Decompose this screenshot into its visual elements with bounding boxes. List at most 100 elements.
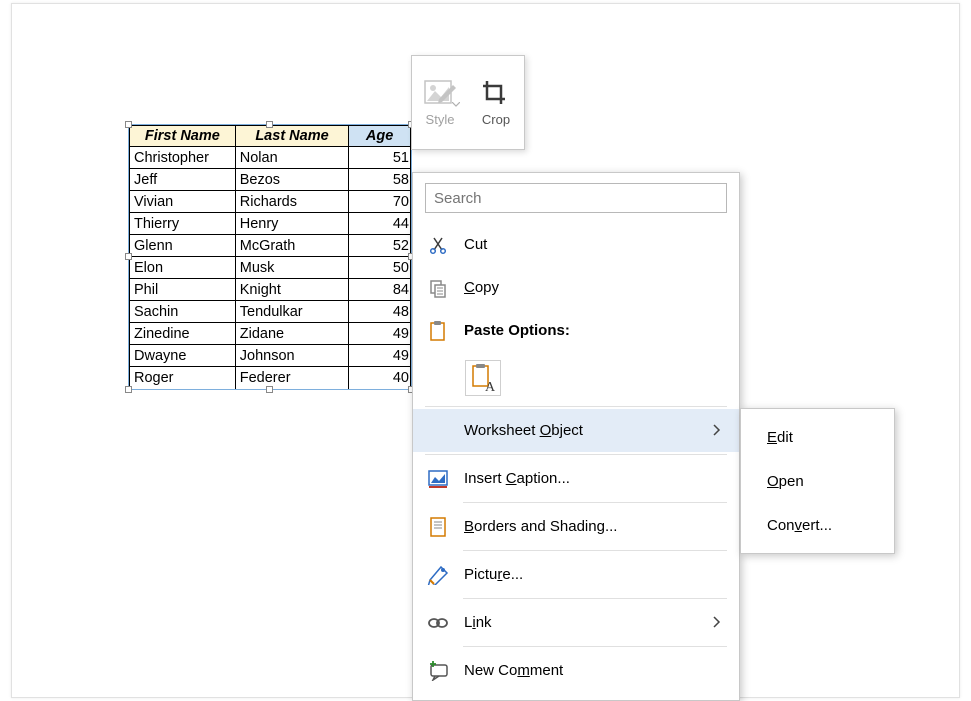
svg-text:A: A — [485, 380, 496, 392]
resize-handle-nw[interactable] — [125, 121, 132, 128]
mini-toolbar: Style Crop — [411, 55, 525, 150]
cell-age: 84 — [349, 279, 411, 301]
paste-icon — [427, 320, 449, 342]
link-icon — [427, 615, 449, 631]
table-row: PhilKnight84 — [130, 279, 411, 301]
resize-handle-n[interactable] — [266, 121, 273, 128]
paste-options-row: A — [413, 352, 739, 404]
submenu-edit-label: Edit — [767, 429, 793, 446]
submenu-convert-label: Convert... — [767, 517, 832, 534]
embedded-worksheet[interactable]: First Name Last Name Age ChristopherNola… — [128, 124, 412, 390]
table-row: VivianRichards70 — [130, 191, 411, 213]
cell-first-name: Jeff — [130, 169, 236, 191]
submenu-open[interactable]: Open — [741, 459, 894, 503]
cell-age: 50 — [349, 257, 411, 279]
search-box — [425, 183, 727, 213]
cell-age: 44 — [349, 213, 411, 235]
cell-last-name: Knight — [235, 279, 349, 301]
menu-cut-label: Cut — [464, 236, 487, 253]
chevron-right-icon — [713, 423, 721, 439]
header-age: Age — [349, 126, 411, 147]
cell-age: 51 — [349, 147, 411, 169]
crop-button[interactable]: Crop — [468, 56, 524, 149]
resize-handle-sw[interactable] — [125, 386, 132, 393]
table-row: ChristopherNolan51 — [130, 147, 411, 169]
cut-icon — [427, 235, 449, 255]
menu-borders-shading[interactable]: Borders and Shading... — [413, 505, 739, 548]
table-header-row: First Name Last Name Age — [130, 126, 411, 147]
table-row: GlennMcGrath52 — [130, 235, 411, 257]
borders-shading-label: Borders and Shading... — [464, 518, 617, 535]
cell-last-name: Musk — [235, 257, 349, 279]
cell-last-name: McGrath — [235, 235, 349, 257]
crop-label: Crop — [482, 112, 510, 127]
new-comment-label: New Comment — [464, 662, 563, 679]
cell-last-name: Tendulkar — [235, 301, 349, 323]
resize-handle-s[interactable] — [266, 386, 273, 393]
cell-age: 49 — [349, 323, 411, 345]
menu-new-comment[interactable]: New Comment — [413, 649, 739, 692]
separator — [463, 598, 727, 599]
table-row: ElonMusk50 — [130, 257, 411, 279]
cell-first-name: Dwayne — [130, 345, 236, 367]
cell-first-name: Thierry — [130, 213, 236, 235]
chevron-down-icon — [452, 102, 460, 107]
table-row: ZinedineZidane49 — [130, 323, 411, 345]
comment-icon — [427, 661, 449, 681]
table-row: SachinTendulkar48 — [130, 301, 411, 323]
cell-last-name: Johnson — [235, 345, 349, 367]
table-row: ThierryHenry44 — [130, 213, 411, 235]
cell-last-name: Zidane — [235, 323, 349, 345]
cell-first-name: Elon — [130, 257, 236, 279]
cell-last-name: Bezos — [235, 169, 349, 191]
search-input[interactable] — [425, 183, 727, 213]
cell-age: 40 — [349, 367, 411, 389]
table-row: DwayneJohnson49 — [130, 345, 411, 367]
submenu-convert[interactable]: Convert... — [741, 503, 894, 547]
style-label: Style — [426, 112, 455, 127]
picture-icon — [427, 565, 449, 585]
separator — [463, 646, 727, 647]
menu-link[interactable]: Link — [413, 601, 739, 644]
crop-icon — [481, 79, 511, 107]
cell-first-name: Phil — [130, 279, 236, 301]
separator — [463, 502, 727, 503]
copy-icon — [427, 278, 449, 298]
context-menu: Cut Copy Paste Options: A Worksheet Obje… — [412, 172, 740, 701]
menu-copy-label: Copy — [464, 279, 499, 296]
borders-icon — [427, 516, 449, 538]
header-first-name: First Name — [130, 126, 236, 147]
style-button[interactable]: Style — [412, 56, 468, 149]
data-table: First Name Last Name Age ChristopherNola… — [129, 125, 411, 389]
separator — [463, 550, 727, 551]
insert-caption-label: Insert Caption... — [464, 470, 570, 487]
cell-first-name: Zinedine — [130, 323, 236, 345]
menu-copy[interactable]: Copy — [413, 266, 739, 309]
menu-picture[interactable]: Picture... — [413, 553, 739, 596]
separator — [425, 406, 727, 407]
separator — [425, 454, 727, 455]
chevron-right-icon — [713, 615, 721, 631]
link-label: Link — [464, 614, 492, 631]
cell-last-name: Federer — [235, 367, 349, 389]
resize-handle-w[interactable] — [125, 253, 132, 260]
cell-first-name: Glenn — [130, 235, 236, 257]
paste-keep-text-icon[interactable]: A — [465, 360, 501, 396]
worksheet-object-submenu: Edit Open Convert... — [740, 408, 895, 554]
menu-paste-options-header: Paste Options: — [413, 309, 739, 352]
cell-first-name: Roger — [130, 367, 236, 389]
cell-first-name: Vivian — [130, 191, 236, 213]
submenu-edit[interactable]: Edit — [741, 415, 894, 459]
menu-insert-caption[interactable]: Insert Caption... — [413, 457, 739, 500]
submenu-open-label: Open — [767, 473, 804, 490]
header-last-name: Last Name — [235, 126, 349, 147]
cell-age: 52 — [349, 235, 411, 257]
menu-cut[interactable]: Cut — [413, 223, 739, 266]
cell-age: 48 — [349, 301, 411, 323]
paste-options-label: Paste Options: — [464, 322, 570, 339]
table-row: JeffBezos58 — [130, 169, 411, 191]
cell-age: 49 — [349, 345, 411, 367]
cell-age: 58 — [349, 169, 411, 191]
menu-worksheet-object[interactable]: Worksheet Object — [413, 409, 739, 452]
picture-label: Picture... — [464, 566, 523, 583]
